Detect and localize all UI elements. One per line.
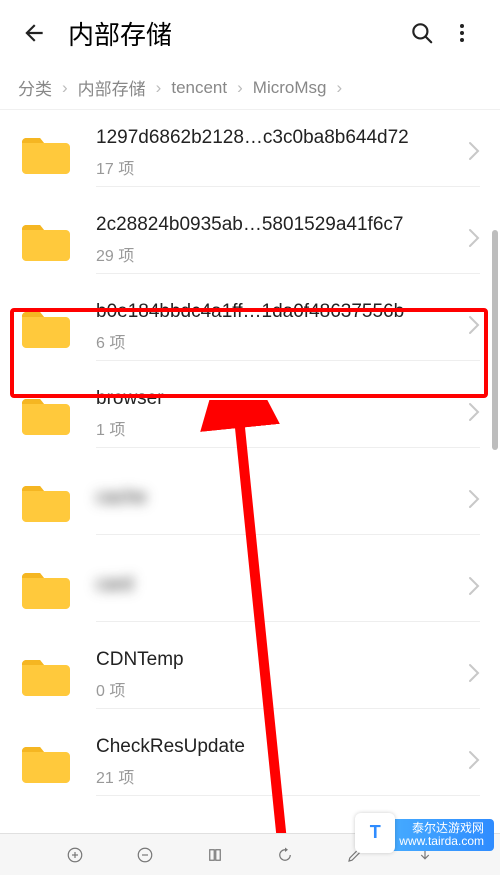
folder-name: cache bbox=[96, 487, 452, 509]
chevron-right-icon bbox=[468, 315, 480, 340]
folder-icon bbox=[18, 217, 74, 265]
breadcrumb-item[interactable]: 内部存储 bbox=[78, 75, 146, 100]
more-vertical-icon bbox=[450, 21, 474, 45]
folder-icon bbox=[18, 304, 74, 352]
more-menu-button[interactable] bbox=[442, 13, 482, 53]
chevron-right-icon bbox=[468, 663, 480, 688]
minus-circle-icon bbox=[136, 846, 154, 864]
folder-meta: 1 项 bbox=[96, 416, 452, 440]
watermark-logo-icon: T bbox=[355, 813, 395, 853]
chevron-right-icon: › bbox=[56, 78, 74, 98]
folder-row[interactable]: b0e184bbdc4a1ff…1da0f48637556b 6 项 bbox=[0, 284, 500, 371]
folder-name: CDNTemp bbox=[96, 649, 452, 671]
plus-circle-icon bbox=[66, 846, 84, 864]
chevron-right-icon bbox=[468, 576, 480, 601]
folder-row-body: b0e184bbdc4a1ff…1da0f48637556b 6 项 bbox=[96, 294, 480, 361]
rotate-icon bbox=[276, 846, 294, 864]
folder-icon bbox=[18, 739, 74, 787]
back-arrow-icon bbox=[21, 20, 47, 46]
chevron-right-icon bbox=[468, 750, 480, 775]
chevron-right-icon: › bbox=[231, 78, 249, 98]
folder-row[interactable]: browser 1 项 bbox=[0, 371, 500, 458]
folder-meta: 21 项 bbox=[96, 764, 452, 788]
folder-icon bbox=[18, 130, 74, 178]
fit-icon bbox=[206, 846, 224, 864]
folder-meta: 6 项 bbox=[96, 329, 452, 353]
app-header: 内部存储 bbox=[0, 0, 500, 66]
folder-icon bbox=[18, 565, 74, 613]
folder-meta: 29 项 bbox=[96, 242, 452, 266]
folder-icon bbox=[18, 826, 74, 834]
fit-button[interactable] bbox=[201, 841, 229, 869]
folder-name: card bbox=[96, 574, 452, 596]
folder-icon bbox=[18, 391, 74, 439]
zoom-in-button[interactable] bbox=[61, 841, 89, 869]
breadcrumb[interactable]: 分类 › 内部存储 › tencent › MicroMsg › bbox=[0, 66, 500, 110]
search-icon bbox=[409, 20, 435, 46]
zoom-out-button[interactable] bbox=[131, 841, 159, 869]
folder-row[interactable]: card bbox=[0, 545, 500, 632]
folder-name: 1297d6862b2128…c3c0ba8b644d72 bbox=[96, 127, 452, 149]
folder-row[interactable]: 1297d6862b2128…c3c0ba8b644d72 17 项 bbox=[0, 110, 500, 197]
folder-list[interactable]: 1297d6862b2128…c3c0ba8b644d72 17 项 2c28824… bbox=[0, 110, 500, 833]
folder-icon bbox=[18, 478, 74, 526]
folder-icon bbox=[18, 652, 74, 700]
folder-name: browser bbox=[96, 388, 452, 410]
folder-name: CheckResUpdate bbox=[96, 736, 452, 758]
breadcrumb-item[interactable]: 分类 bbox=[18, 75, 52, 100]
folder-row-body: browser 1 项 bbox=[96, 381, 480, 448]
chevron-right-icon: › bbox=[330, 78, 348, 98]
folder-row-body: 2c28824b0935ab…5801529a41f6c7 29 项 bbox=[96, 207, 480, 274]
rotate-button[interactable] bbox=[271, 841, 299, 869]
folder-name: 2c28824b0935ab…5801529a41f6c7 bbox=[96, 214, 452, 236]
folder-row-body: cache bbox=[96, 468, 480, 535]
folder-meta: 0 项 bbox=[96, 677, 452, 701]
folder-name: b0e184bbdc4a1ff…1da0f48637556b bbox=[96, 301, 452, 323]
chevron-right-icon: › bbox=[150, 78, 168, 98]
breadcrumb-item[interactable]: tencent bbox=[171, 78, 227, 98]
folder-row-body: CDNTemp 0 项 bbox=[96, 642, 480, 709]
folder-row-body: CheckResUpdate 21 项 bbox=[96, 729, 480, 796]
folder-row[interactable]: cache bbox=[0, 458, 500, 545]
chevron-right-icon bbox=[468, 228, 480, 253]
page-title: 内部存储 bbox=[68, 15, 402, 52]
folder-row[interactable]: 2c28824b0935ab…5801529a41f6c7 29 项 bbox=[0, 197, 500, 284]
chevron-right-icon bbox=[468, 489, 480, 514]
folder-row[interactable]: CDNTemp 0 项 bbox=[0, 632, 500, 719]
chevron-right-icon bbox=[468, 402, 480, 427]
back-button[interactable] bbox=[18, 17, 50, 49]
chevron-right-icon bbox=[468, 141, 480, 166]
search-button[interactable] bbox=[402, 13, 442, 53]
folder-row-body: 1297d6862b2128…c3c0ba8b644d72 17 项 bbox=[96, 120, 480, 187]
breadcrumb-item[interactable]: MicroMsg bbox=[253, 78, 327, 98]
watermark-url: www.tairda.com bbox=[399, 835, 484, 848]
folder-row-body: card bbox=[96, 555, 480, 622]
watermark-badge: T 泰尔达游戏网 www.tairda.com bbox=[361, 819, 494, 851]
folder-row[interactable]: CheckResUpdate 21 项 bbox=[0, 719, 500, 806]
folder-meta: 17 项 bbox=[96, 155, 452, 179]
